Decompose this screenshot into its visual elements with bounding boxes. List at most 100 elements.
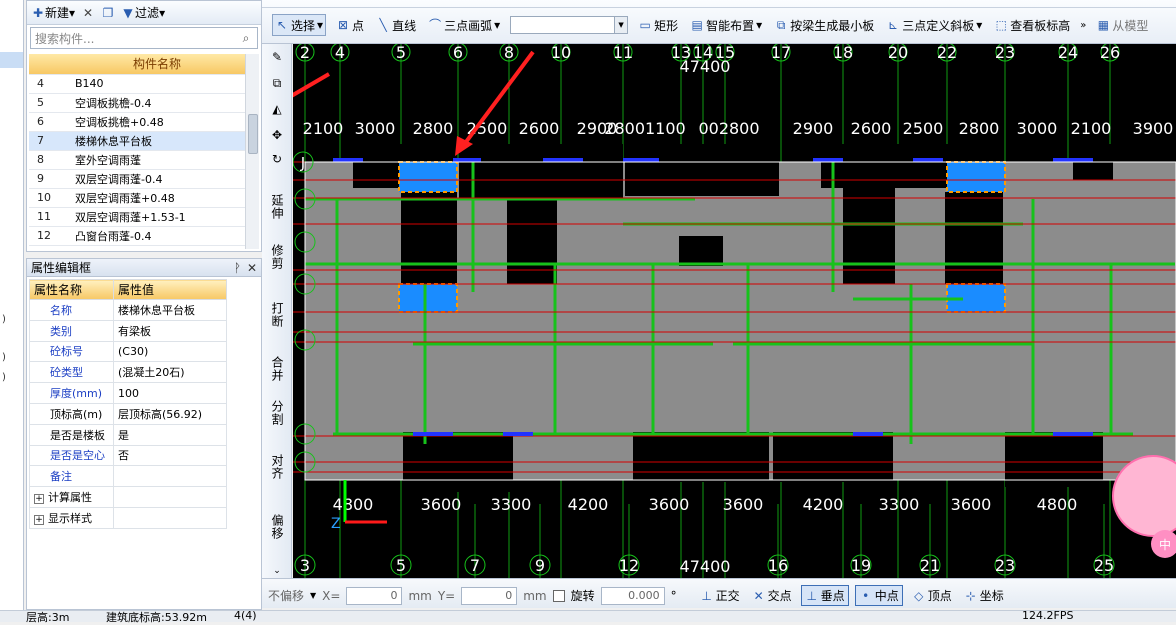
draw-mode-select[interactable] [510,16,629,34]
snap-3[interactable]: • 中点 [854,585,903,606]
col-index [29,54,55,75]
axis-label-bottom: 3 [300,556,310,575]
tool-2[interactable]: 打断 [270,302,284,328]
close-icon[interactable]: ✕ [247,259,257,276]
property-row[interactable]: 砼类型 (混凝土20石) [29,361,227,384]
component-row[interactable]: 5 空调板挑檐-0.4 [29,93,259,113]
overflow-chevron-icon[interactable]: » [1080,20,1086,31]
property-value[interactable]: 层顶标高(56.92) [113,402,227,425]
dim-top: 2900 [793,119,834,138]
slope-button[interactable]: ⊾ 三点定义斜板 ▾ [884,14,984,36]
line-button[interactable]: ╲ 直线 [374,14,418,36]
component-row[interactable]: 9 双层空调雨蓬-0.4 [29,169,259,189]
property-row[interactable]: 砼标号 (C30) [29,340,227,363]
rotate-label: 旋转 [570,589,595,603]
dim-top: 2800 [959,119,1000,138]
axis-label-top: 22 [937,44,957,62]
new-button[interactable]: ✚ 新建▾ [31,4,75,21]
top-toolbar: ↖选择▾ ⊠点 ╲直线 ⌒三点画弧▾ ▭矩形 ▤智能布置▾ ⧉按梁生成最小板 ⊾… [262,0,1176,44]
property-value[interactable]: 有梁板 [113,319,227,342]
property-group[interactable]: + 计算属性 [29,486,227,508]
move-icon[interactable]: ✥ [267,128,287,142]
component-row[interactable]: 7 楼梯休息平台板 [29,131,259,151]
property-row[interactable]: 厚度(mm) 100 [29,382,227,404]
pin-icon[interactable]: ᚹ [234,259,241,276]
component-row[interactable]: 8 室外空调雨蓬 [29,150,259,170]
from-model-button[interactable]: ▦ 从模型 [1094,14,1150,36]
offset-mode-select[interactable]: 不偏移 [268,587,304,604]
rect-button[interactable]: ▭ 矩形 [636,14,680,36]
snap-0[interactable]: ⊥ 正交 [697,585,743,606]
snap-5[interactable]: ⊹ 坐标 [961,585,1007,606]
x-input[interactable]: 0 [346,586,403,605]
rotate-icon[interactable]: ↻ [267,152,287,166]
property-value[interactable]: 否 [113,444,227,467]
property-value[interactable]: 100 [113,382,227,404]
property-row[interactable]: 备注 [29,465,227,488]
arc-button[interactable]: ⌒ 三点画弧 ▾ [426,14,502,36]
beam-gen-button[interactable]: ⧉ 按梁生成最小板 [772,14,876,36]
tool-5[interactable]: 对齐 [270,454,284,480]
axis-label-bottom: 19 [851,556,871,575]
col-prop-value: 属性值 [113,279,227,300]
property-value[interactable]: (C30) [113,340,227,363]
void-area [773,432,893,482]
scroll-down-icon[interactable]: ⌄ [267,564,287,578]
tool-4[interactable]: 分割 [270,400,284,426]
property-value[interactable]: 楼梯休息平台板 [113,299,227,321]
snap-1[interactable]: ✕ 交点 [749,585,795,606]
copy-move-icon[interactable]: ⧉ [267,76,287,90]
snap-2[interactable]: ⊥ 垂点 [800,585,849,606]
cad-canvas[interactable]: 2 4 5 6 8 10 11 13 14 15 17 18 20 22 23 24 26 47400 2100 30… [293,44,1176,578]
expand-icon[interactable]: + [34,494,44,505]
property-key: 是否是空心 [29,444,114,467]
row-number: 12 [29,226,55,246]
property-group[interactable]: + 显示样式 [29,506,227,529]
component-row[interactable]: 10 双层空调雨蓬+0.48 [29,188,259,208]
snap-icon: ⊹ [965,588,976,603]
dim-bottom: 3300 [491,495,532,514]
left-sliver-selection [0,52,23,68]
property-value[interactable]: 是 [113,423,227,446]
delete-icon[interactable]: ✕ [81,6,95,20]
property-row[interactable]: 顶标高(m) 层顶标高(56.92) [29,402,227,425]
point-button[interactable]: ⊠ 点 [334,14,366,36]
rotate-input[interactable]: 0.000 [600,586,665,605]
search-input[interactable]: 搜索构件... ⌕ [30,27,258,49]
view-height-button[interactable]: ⬚ 查看板标高 [992,14,1072,36]
axis-label-bottom: 7 [470,556,480,575]
snap-4[interactable]: ◇ 顶点 [909,585,955,606]
component-table: 构件名称 4 B140 5 空调板挑檐-0.4 6 空调板挑檐+0.48 7 楼梯休息平台板 8… [29,54,259,246]
property-value[interactable] [113,465,227,488]
component-scrollbar[interactable] [245,54,259,249]
fps-readout: 124.2FPS [1022,609,1074,622]
component-row[interactable]: 6 空调板挑檐+0.48 [29,112,259,132]
component-row[interactable]: 11 双层空调雨蓬+1.53-1 [29,207,259,227]
property-row[interactable]: 是否是楼板是 [29,423,227,446]
expand-icon[interactable]: + [34,514,44,525]
shaft-void [679,236,723,266]
property-value[interactable]: (混凝土20石) [113,361,227,384]
component-row[interactable]: 4 B140 [29,74,259,94]
axis-label-top: 26 [1100,44,1120,62]
tool-1[interactable]: 修剪 [270,244,284,270]
y-input[interactable]: 0 [461,586,518,605]
filter-button[interactable]: ▼ 过滤▾ [121,4,165,21]
component-row[interactable]: 12 凸窗台雨蓬-0.4 [29,226,259,246]
property-row[interactable]: 类别 有梁板 [29,319,227,342]
smart-layout-button[interactable]: ▤ 智能布置 ▾ [688,14,764,36]
copy-icon[interactable]: ❐ [101,6,115,20]
tool-3[interactable]: 合并 [270,356,284,382]
property-row[interactable]: 是否是空心否 [29,444,227,467]
select-button[interactable]: ↖ 选择 ▾ [272,14,327,36]
void-area [625,144,779,196]
scroll-thumb[interactable] [248,114,258,154]
tool-0[interactable]: 延伸 [270,194,284,220]
pen-icon[interactable]: ✎ [267,50,287,64]
tool-6[interactable]: 偏移 [270,514,284,540]
property-row[interactable]: 名称 楼梯休息平台板 [29,299,227,321]
property-key: 砼标号 [29,340,114,363]
mirror-icon[interactable]: ◭ [267,102,287,116]
rotate-checkbox[interactable] [552,589,565,602]
search-icon[interactable]: ⌕ [239,31,253,45]
